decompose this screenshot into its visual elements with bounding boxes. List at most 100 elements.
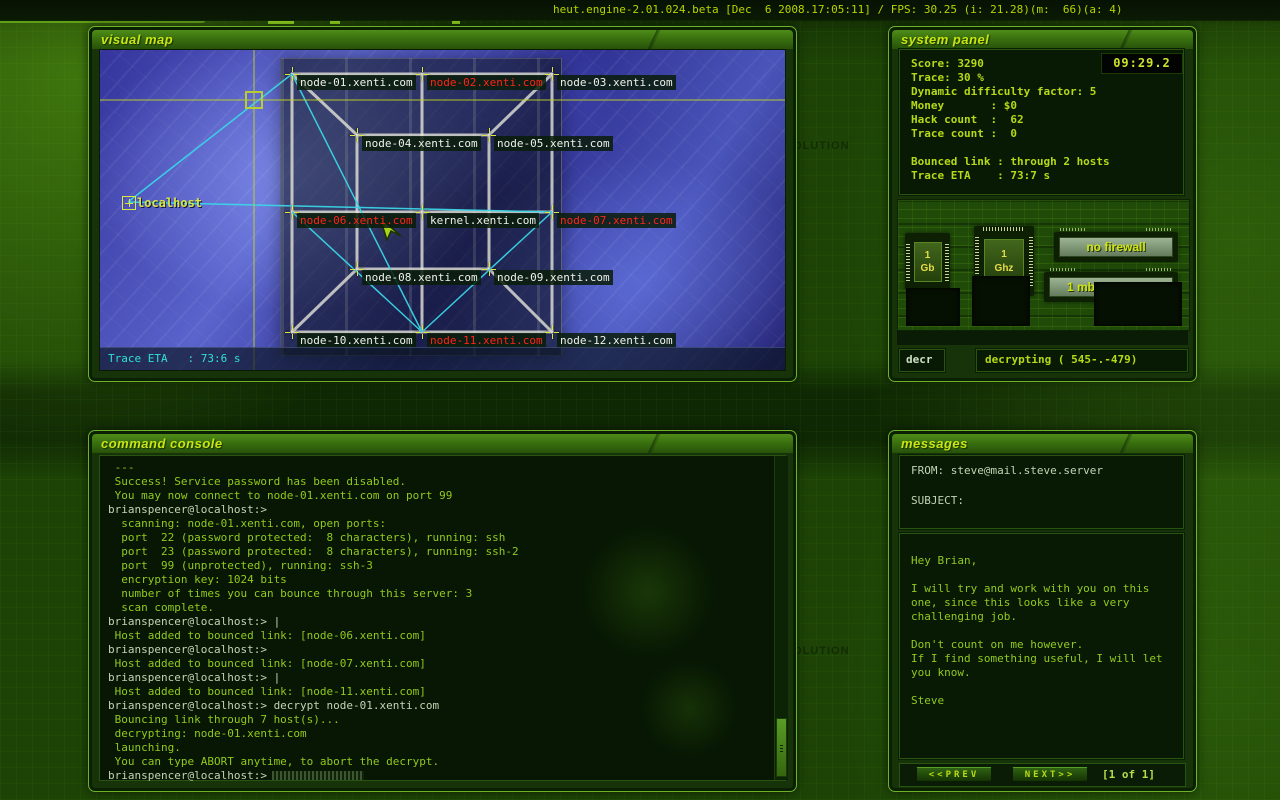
messages-header: messages bbox=[892, 434, 1193, 453]
console-line: encryption key: 1024 bits bbox=[108, 573, 785, 587]
console-line: decrypting: node-01.xenti.com bbox=[108, 727, 785, 741]
console-line: Success! Service password has been disab… bbox=[108, 475, 785, 489]
localhost-icon bbox=[122, 196, 136, 210]
console-line: scanning: node-01.xenti.com, open ports: bbox=[108, 517, 785, 531]
console-line: --- bbox=[108, 461, 785, 475]
localhost-label: localhost bbox=[137, 196, 202, 210]
system-stat-line bbox=[911, 141, 1183, 155]
message-body-line bbox=[911, 624, 1183, 638]
system-panel-header: system panel bbox=[892, 30, 1193, 49]
message-body-line: one, since this looks like a very bbox=[911, 596, 1183, 610]
message-body-line: I will try and work with you on this bbox=[911, 582, 1183, 596]
message-body-line: challenging job. bbox=[911, 610, 1183, 624]
system-panel-title: system panel bbox=[901, 32, 989, 47]
command-console-title: command console bbox=[101, 436, 223, 451]
node-label: node-07.xenti.com bbox=[557, 213, 676, 228]
map-footer-bar: Trace ETA : 73:6 s bbox=[100, 347, 785, 370]
messages-footer-bar: <<PREV NEXT>> [1 of 1] bbox=[899, 763, 1186, 787]
command-console-panel: command console --- Success! Service pas… bbox=[88, 430, 797, 792]
system-stat-line: Hack count : 62 bbox=[911, 113, 1183, 127]
node-label: kernel.xenti.com bbox=[427, 213, 539, 228]
activity-status-text: decrypting ( 545-.-479) bbox=[977, 350, 1187, 370]
console-output[interactable]: --- Success! Service password has been d… bbox=[99, 455, 786, 781]
active-command-abbrev: decr bbox=[900, 350, 944, 370]
node-label: node-04.xenti.com bbox=[362, 136, 481, 151]
messages-title: messages bbox=[901, 436, 968, 451]
node-label: node-10.xenti.com bbox=[297, 333, 416, 348]
engine-status-bar: heut.engine-2.01.024.beta [Dec 6 2008.17… bbox=[0, 0, 1280, 21]
visual-map-header: visual map bbox=[92, 30, 793, 49]
message-envelope-line: FROM: steve@mail.steve.server bbox=[911, 463, 1183, 478]
memory-chip-label: 1Gb bbox=[914, 242, 942, 282]
message-body-line: If I find something useful, I will let bbox=[911, 652, 1183, 666]
message-body-line: you know. bbox=[911, 666, 1183, 680]
console-line: number of times you can bounce through t… bbox=[108, 587, 785, 601]
map-trace-eta: Trace ETA : 73:6 s bbox=[108, 352, 240, 365]
hardware-area: 1Gb 1Ghz no firewall 1 mbps modem bbox=[897, 199, 1190, 331]
console-line: Bouncing link through 7 host(s)... bbox=[108, 713, 785, 727]
activity-status-box: decrypting ( 545-.-479) bbox=[976, 349, 1188, 372]
empty-hardware-slot bbox=[972, 276, 1030, 326]
system-panel: system panel Score: 3290Trace: 30 %Dynam… bbox=[888, 26, 1197, 382]
visual-map-title: visual map bbox=[101, 32, 173, 47]
system-panel-divider bbox=[897, 331, 1188, 345]
message-body-line: Don't count on me however. bbox=[911, 638, 1183, 652]
console-line: You can type ABORT anytime, to abort the… bbox=[108, 755, 785, 769]
node-lattice bbox=[292, 74, 552, 332]
console-line: launching. bbox=[108, 741, 785, 755]
node-label: node-11.xenti.com bbox=[427, 333, 546, 348]
prev-message-button[interactable]: <<PREV bbox=[916, 767, 992, 782]
node-label: node-06.xenti.com bbox=[297, 213, 416, 228]
empty-hardware-slot bbox=[906, 288, 960, 326]
messages-panel: messages FROM: steve@mail.steve.server S… bbox=[888, 430, 1197, 792]
map-link-lines bbox=[100, 50, 785, 370]
message-envelope-line bbox=[911, 478, 1183, 493]
message-body-line bbox=[911, 680, 1183, 694]
node-label: node-03.xenti.com bbox=[557, 75, 676, 90]
network-map-view[interactable]: node-01.xenti.com node-02.xenti.com node… bbox=[99, 49, 786, 371]
node-label: node-09.xenti.com bbox=[494, 270, 613, 285]
console-line: brianspencer@localhost:> | bbox=[108, 615, 785, 629]
node-label: node-12.xenti.com bbox=[557, 333, 676, 348]
active-command-box: decr bbox=[899, 349, 945, 372]
console-line: brianspencer@localhost:> | bbox=[108, 671, 785, 685]
firewall-label: no firewall bbox=[1059, 237, 1173, 257]
console-line: Host added to bounced link: [node-06.xen… bbox=[108, 629, 785, 643]
message-body-line bbox=[911, 568, 1183, 582]
console-line: port 23 (password protected: 8 character… bbox=[108, 545, 785, 559]
console-line: brianspencer@localhost:> bbox=[108, 503, 785, 517]
node-label: node-02.xenti.com bbox=[427, 75, 546, 90]
console-line: You may now connect to node-01.xenti.com… bbox=[108, 489, 785, 503]
message-body-line: Hey Brian, bbox=[911, 554, 1183, 568]
engine-status-text: heut.engine-2.01.024.beta [Dec 6 2008.17… bbox=[553, 3, 1123, 16]
console-scrollbar-thumb[interactable] bbox=[776, 718, 787, 777]
empty-hardware-slot bbox=[1094, 282, 1182, 326]
next-message-button[interactable]: NEXT>> bbox=[1012, 767, 1088, 782]
firewall-badge: no firewall bbox=[1054, 232, 1178, 262]
system-stat-line: Trace ETA : 73:7 s bbox=[911, 169, 1183, 183]
message-envelope-box: FROM: steve@mail.steve.server SUBJECT: bbox=[899, 455, 1184, 529]
system-stat-line: Money : $0 bbox=[911, 99, 1183, 113]
message-envelope-line: SUBJECT: bbox=[911, 493, 1183, 508]
system-stat-line: Trace count : 0 bbox=[911, 127, 1183, 141]
message-body-line: Steve bbox=[911, 694, 1183, 708]
command-console-header: command console bbox=[92, 434, 793, 453]
node-label: node-05.xenti.com bbox=[494, 136, 613, 151]
console-line: Host added to bounced link: [node-11.xen… bbox=[108, 685, 785, 699]
node-label: node-01.xenti.com bbox=[297, 75, 416, 90]
visual-map-panel: visual map bbox=[88, 26, 797, 382]
console-line: Host added to bounced link: [node-07.xen… bbox=[108, 657, 785, 671]
message-body-box: Hey Brian, I will try and work with you … bbox=[899, 533, 1184, 759]
memory-chip-icon: 1Gb bbox=[905, 233, 950, 290]
node-label: node-08.xenti.com bbox=[362, 270, 481, 285]
system-stat-line: Dynamic difficulty factor: 5 bbox=[911, 85, 1183, 99]
console-line: port 99 (unprotected), running: ssh-3 bbox=[108, 559, 785, 573]
system-stat-line: Bounced link : through 2 hosts bbox=[911, 155, 1183, 169]
message-page-indicator: [1 of 1] bbox=[1102, 768, 1155, 781]
console-line: port 22 (password protected: 8 character… bbox=[108, 531, 785, 545]
console-line: brianspencer@localhost:> bbox=[108, 643, 785, 657]
console-line: brianspencer@localhost:> decrypt node-01… bbox=[108, 699, 785, 713]
console-scrollbar[interactable] bbox=[774, 456, 788, 780]
session-clock: 09:29.2 bbox=[1101, 53, 1183, 74]
console-line: brianspencer@localhost:> bbox=[108, 769, 785, 783]
